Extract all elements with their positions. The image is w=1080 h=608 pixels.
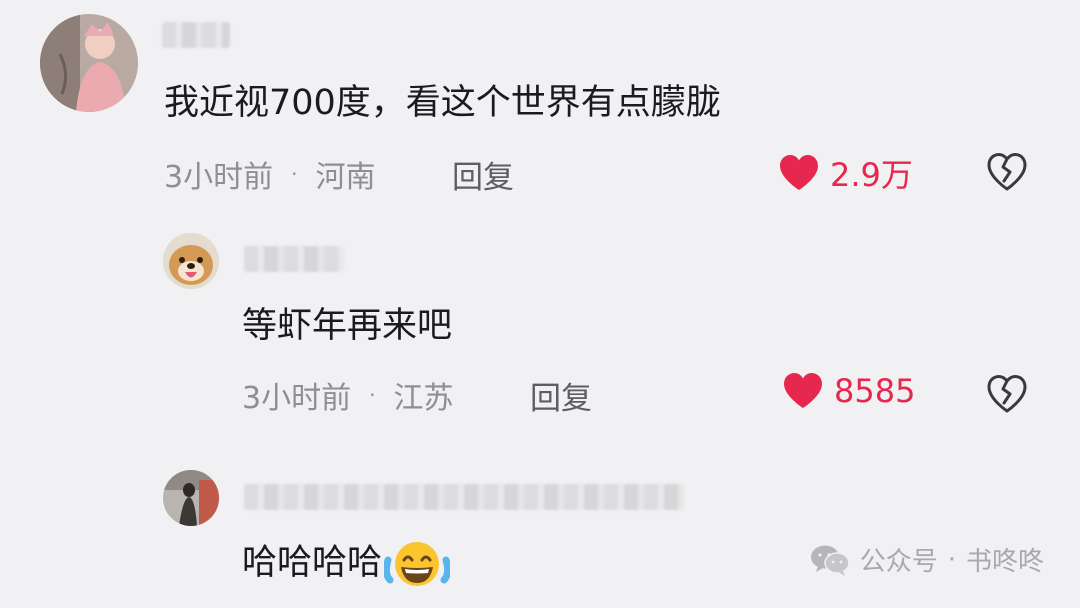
meta-separator: · xyxy=(291,162,298,186)
avatar-commenter-1[interactable] xyxy=(40,14,138,112)
wechat-icon xyxy=(810,545,850,576)
heart-icon xyxy=(784,373,822,408)
comment-location-1: 河南 xyxy=(315,160,376,195)
username-commenter-2[interactable] xyxy=(244,246,344,272)
comment-thread: 我近视700度，看这个世界有点朦胧 3小时前 · 河南 回复 2.9万 等虾年再… xyxy=(0,0,1080,608)
heart-icon xyxy=(780,155,818,190)
tears-of-joy-emoji-icon xyxy=(384,542,451,586)
comment-text-3-content: 哈哈哈哈 xyxy=(242,543,383,583)
comment-meta-1: 3小时前 · 河南 xyxy=(164,152,375,196)
reply-button-2[interactable]: 回复 xyxy=(530,373,592,418)
like-count-1: 2.9万 xyxy=(830,156,913,194)
broken-heart-icon[interactable] xyxy=(986,152,1028,192)
like-button-2[interactable]: 8585 xyxy=(782,372,915,410)
broken-heart-icon[interactable] xyxy=(986,374,1028,414)
like-count-2: 8585 xyxy=(834,372,916,410)
like-button-1[interactable]: 2.9万 xyxy=(778,150,913,196)
comment-meta-2: 3小时前 · 江苏 xyxy=(242,373,453,417)
avatar-commenter-2[interactable] xyxy=(163,233,219,289)
comment-time-2: 3小时前 xyxy=(242,381,352,416)
username-commenter-1[interactable] xyxy=(162,22,230,48)
comment-location-2: 江苏 xyxy=(393,381,454,416)
comment-text-2: 等虾年再来吧 xyxy=(242,306,453,346)
comment-text-1: 我近视700度，看这个世界有点朦胧 xyxy=(164,83,721,123)
reply-button-1[interactable]: 回复 xyxy=(452,152,514,197)
watermark-separator: · xyxy=(947,544,956,575)
username-commenter-3[interactable] xyxy=(244,484,684,510)
watermark-author: 书咚咚 xyxy=(965,547,1044,577)
watermark: 公众号 · 书咚咚 xyxy=(810,541,1044,578)
comment-text-3: 哈哈哈哈 xyxy=(242,540,451,588)
watermark-label: 公众号 xyxy=(859,547,938,577)
meta-separator: · xyxy=(369,383,376,407)
avatar-commenter-3[interactable] xyxy=(163,470,219,526)
comment-time-1: 3小时前 xyxy=(164,160,274,195)
